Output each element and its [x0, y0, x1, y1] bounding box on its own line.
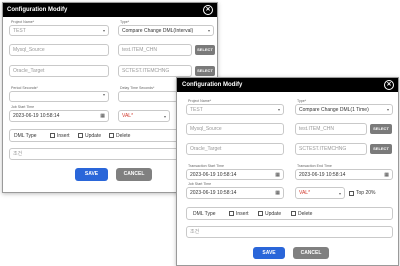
cancel-button[interactable]: CANCEL: [293, 247, 329, 259]
delete-checkbox[interactable]: [291, 211, 296, 216]
tx-end-value: 2023-06-19 10:58:14: [299, 172, 346, 178]
close-icon[interactable]: ✕: [203, 5, 213, 15]
dialog-title: Configuration Modify: [182, 82, 243, 88]
target-table-field[interactable]: SCTEST.ITEMCHNG: [118, 65, 192, 77]
delay-time-label: Delay Time Seconds*: [120, 86, 155, 90]
dialog-title: Configuration Modify: [7, 7, 68, 13]
select-target-button[interactable]: SELECT: [195, 66, 215, 76]
select-target-button[interactable]: SELECT: [370, 144, 392, 154]
val-select[interactable]: VAL* ▾: [118, 110, 170, 122]
tx-start-input[interactable]: 2023-06-19 10:58:14 ▦: [186, 169, 284, 180]
chevron-down-icon: ▾: [163, 114, 166, 119]
source-field[interactable]: Mysql_Source: [186, 123, 284, 135]
type-select[interactable]: Compare Change DML(1 Time) ▾: [295, 104, 393, 115]
period-seconds-input[interactable]: ▾: [9, 91, 109, 102]
type-label: Type*: [120, 20, 130, 24]
val-value: VAL*: [122, 113, 134, 119]
chevron-down-icon: ▾: [102, 28, 105, 33]
tx-start-label: Transaction Start Time: [188, 164, 225, 168]
insert-checkbox[interactable]: [229, 211, 234, 216]
job-start-value: 2023-06-19 10:58:14: [190, 190, 237, 196]
job-start-input[interactable]: 2023-06-19 10:58:14 ▦: [186, 187, 284, 199]
delete-checkbox[interactable]: [109, 133, 114, 138]
project-name-value: TEST: [190, 107, 203, 113]
source-table-field[interactable]: test.ITEM_CHN: [295, 123, 367, 135]
cancel-button[interactable]: CANCEL: [116, 168, 152, 181]
project-name-value: TEST: [13, 28, 26, 34]
chevron-down-icon: ▾: [386, 107, 389, 112]
close-icon[interactable]: ✕: [384, 80, 394, 90]
dialog-titlebar: Configuration Modify ✕: [177, 78, 398, 92]
tx-end-label: Transaction End Time: [297, 164, 332, 168]
save-button[interactable]: SAVE: [75, 168, 108, 181]
val-value: VAL*: [299, 190, 311, 196]
save-button[interactable]: SAVE: [253, 247, 285, 259]
calendar-icon[interactable]: ▦: [384, 170, 389, 179]
where-condition-input[interactable]: 조건: [186, 226, 393, 238]
update-checkbox[interactable]: [78, 133, 83, 138]
tx-start-value: 2023-06-19 10:58:14: [190, 172, 237, 178]
project-name-select[interactable]: TEST ▾: [9, 25, 109, 36]
job-start-input[interactable]: 2023-06-19 10:58:14 ▦: [9, 110, 109, 122]
chevron-down-icon: ▾: [277, 107, 280, 112]
tx-end-input[interactable]: 2023-06-19 10:58:14 ▦: [295, 169, 393, 180]
top-20-label: Top 20%: [356, 190, 376, 196]
chevron-down-icon: ▾: [207, 28, 210, 33]
dml-type-label: DML Type: [14, 133, 37, 139]
target-table-field[interactable]: SCTEST.ITEMCHNG: [295, 143, 367, 155]
dml-type-row: DML Type Insert Update Delete: [186, 207, 393, 220]
select-source-button[interactable]: SELECT: [370, 124, 392, 134]
project-name-select[interactable]: TEST ▾: [186, 104, 284, 115]
insert-label: Insert: [57, 133, 70, 139]
val-select[interactable]: VAL* ▾: [295, 187, 345, 199]
update-checkbox[interactable]: [258, 211, 263, 216]
top-20-checkbox[interactable]: [349, 191, 354, 196]
update-label: Update: [265, 211, 282, 217]
source-table-field[interactable]: test.ITEM_CHN: [118, 44, 192, 56]
job-start-label: Job Start Time: [11, 105, 35, 109]
project-name-label: Project Name*: [188, 99, 212, 103]
type-select[interactable]: Compare Change DML(Interval) ▾: [118, 25, 214, 36]
job-start-value: 2023-06-19 10:58:14: [13, 113, 60, 119]
chevron-down-icon: ▾: [338, 191, 341, 196]
select-source-button[interactable]: SELECT: [195, 45, 215, 55]
job-start-label: Job Start Time: [188, 182, 212, 186]
period-seconds-label: Period Seconds*: [11, 86, 38, 90]
type-value: Compare Change DML(1 Time): [299, 107, 369, 113]
chevron-down-icon: ▾: [102, 92, 105, 97]
insert-label: Insert: [236, 211, 249, 217]
target-field[interactable]: Oracle_Target: [9, 65, 109, 77]
project-name-label: Project Name*: [11, 20, 35, 24]
config-modify-dialog-front: Configuration Modify ✕ Project Name* TES…: [176, 77, 399, 266]
update-label: Update: [85, 133, 102, 139]
delete-label: Delete: [116, 133, 131, 139]
calendar-icon[interactable]: ▦: [275, 188, 280, 198]
insert-checkbox[interactable]: [50, 133, 55, 138]
delete-label: Delete: [298, 211, 313, 217]
source-field[interactable]: Mysql_Source: [9, 44, 109, 56]
delay-time-input[interactable]: [118, 91, 178, 102]
calendar-icon[interactable]: ▦: [100, 111, 105, 121]
target-field[interactable]: Oracle_Target: [186, 143, 284, 155]
calendar-icon[interactable]: ▦: [275, 170, 280, 179]
type-value: Compare Change DML(Interval): [122, 28, 194, 34]
type-label: Type*: [297, 99, 307, 103]
dialog-titlebar: Configuration Modify ✕: [3, 3, 217, 17]
dml-type-label: DML Type: [193, 211, 216, 217]
